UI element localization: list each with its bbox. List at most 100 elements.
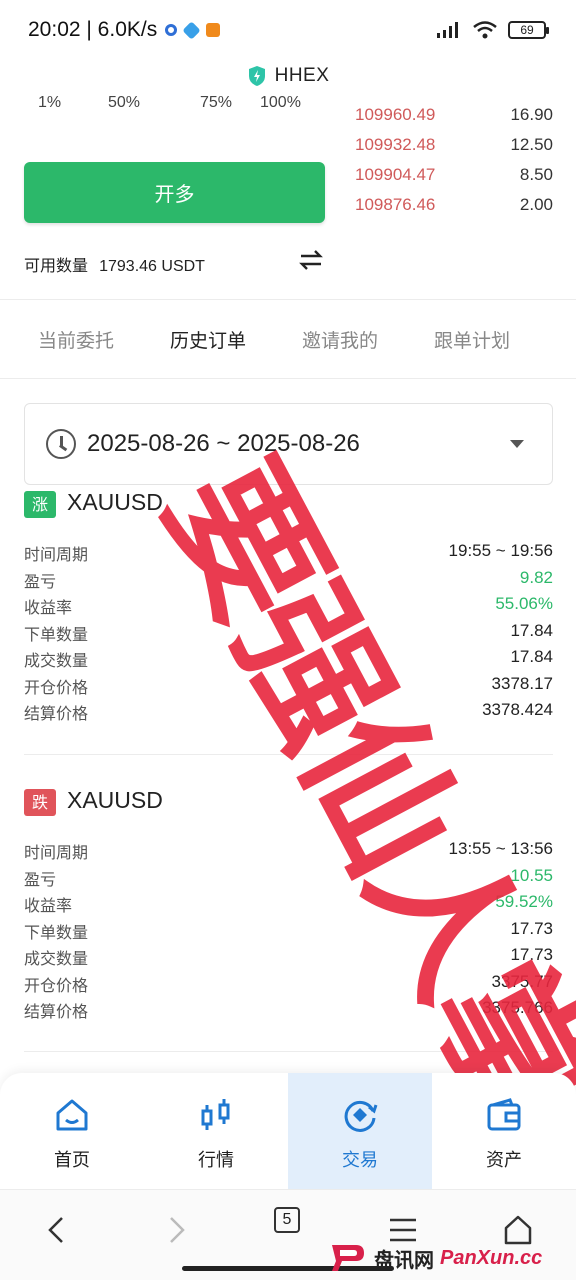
order-field: 开仓价格 3375.77 [24, 972, 553, 998]
field-value: 19:55 ~ 19:56 [448, 541, 553, 560]
order-price: 109932.48 [355, 135, 436, 154]
order-price: 109904.47 [355, 165, 436, 184]
divider [0, 378, 576, 379]
shield-icon [248, 66, 265, 86]
app-header: HHEX [0, 56, 576, 96]
percent-option[interactable]: 100% [260, 94, 301, 112]
status-time: 20:02 | 6.0K/s [28, 18, 158, 41]
order-field: 收益率 59.52% [24, 892, 553, 918]
app-notification-icon [182, 20, 201, 40]
available-balance: 可用数量 1793.46 USDT [24, 252, 205, 276]
battery-icon: 69 [508, 21, 549, 39]
field-value: 17.84 [510, 621, 553, 640]
app-notification-icon-2 [206, 23, 221, 37]
field-label: 时间周期 [24, 843, 89, 862]
field-value: 3375.766 [482, 998, 553, 1017]
app-screen: 20:02 | 6.0K/s 69 HHEX 1% 50% 75% 100% 1… [0, 0, 576, 1280]
order-field: 开仓价格 3378.17 [24, 674, 553, 700]
tab-history-orders[interactable]: 历史订单 [170, 326, 246, 353]
nav-home[interactable]: 首页 [0, 1073, 144, 1189]
nav-label: 资产 [486, 1150, 522, 1171]
bottom-nav: 首页 行情 交易 资产 [0, 1073, 576, 1189]
nav-label: 行情 [198, 1150, 234, 1171]
chevron-down-icon[interactable] [510, 440, 524, 448]
order-field: 成交数量 17.84 [24, 647, 553, 673]
field-label: 收益率 [24, 598, 73, 617]
back-icon[interactable] [38, 1210, 78, 1250]
order-symbol: XAUUSD [67, 787, 163, 813]
field-label: 结算价格 [24, 1002, 89, 1021]
divider [24, 1051, 553, 1052]
field-value: 9.82 [519, 568, 553, 587]
order-field: 结算价格 3378.424 [24, 700, 553, 726]
field-value: 13:55 ~ 13:56 [448, 839, 553, 858]
status-bar: 20:02 | 6.0K/s 69 [0, 0, 576, 60]
tab-copy-plan[interactable]: 跟单计划 [434, 326, 510, 353]
watermark-en: PanXun.cc [440, 1246, 543, 1269]
field-value: 55.06% [495, 594, 553, 613]
nav-trade[interactable]: 交易 [288, 1073, 432, 1189]
order-field: 收益率 55.06% [24, 594, 553, 620]
field-label: 下单数量 [24, 923, 89, 942]
order-qty: 12.50 [510, 135, 553, 154]
forward-icon[interactable] [155, 1210, 195, 1250]
order-field: 时间周期 19:55 ~ 19:56 [24, 541, 553, 567]
order-price: 109960.49 [355, 105, 436, 124]
date-range-picker[interactable]: 2025-08-26 ~ 2025-08-26 [24, 403, 553, 485]
field-label: 盈亏 [24, 870, 57, 889]
field-label: 成交数量 [24, 949, 89, 968]
order-card: 涨 XAUUSD 时间周期 19:55 ~ 19:56 盈亏 9.82 收益率 55.… [24, 489, 553, 731]
field-value: 17.73 [510, 919, 553, 938]
field-value: 3375.77 [491, 972, 553, 991]
percent-option[interactable]: 75% [200, 94, 232, 112]
field-value: 17.84 [510, 647, 553, 666]
watermark-cn: 盘讯网 [374, 1247, 434, 1272]
direction-badge: 跌 [24, 789, 56, 816]
tab-invited[interactable]: 邀请我的 [302, 326, 378, 353]
tab-count-button[interactable]: 5 [274, 1207, 300, 1233]
nav-market[interactable]: 行情 [144, 1073, 288, 1189]
field-label: 成交数量 [24, 651, 89, 670]
signal-icon [437, 22, 458, 38]
field-label: 时间周期 [24, 545, 89, 564]
field-value: 59.52% [495, 892, 553, 911]
available-label: 可用数量 [24, 256, 89, 275]
tab-current-orders[interactable]: 当前委托 [38, 326, 114, 353]
field-value: 17.73 [510, 945, 553, 964]
nav-label: 交易 [342, 1150, 378, 1171]
notification-icon [165, 24, 178, 36]
field-label: 开仓价格 [24, 976, 89, 995]
available-value: 1793.46 USDT [99, 258, 205, 275]
order-field: 时间周期 13:55 ~ 13:56 [24, 839, 553, 865]
watermark: 盘讯网 PanXun.cc [328, 1238, 542, 1278]
open-long-button[interactable]: 开多 [24, 162, 325, 223]
order-qty: 8.50 [519, 165, 553, 184]
wifi-icon [473, 21, 497, 39]
order-price: 109876.46 [355, 195, 436, 214]
trade-icon [344, 1100, 378, 1132]
order-field: 结算价格 3375.766 [24, 998, 553, 1024]
percent-option[interactable]: 50% [108, 94, 140, 112]
field-value: 3378.17 [491, 674, 553, 693]
app-title: HHEX [274, 65, 330, 86]
percent-option[interactable]: 1% [38, 94, 61, 112]
order-field: 下单数量 17.84 [24, 621, 553, 647]
swap-icon[interactable] [298, 248, 324, 272]
order-field: 成交数量 17.73 [24, 945, 553, 971]
watermark-logo [332, 1245, 364, 1271]
order-field: 下单数量 17.73 [24, 919, 553, 945]
nav-label: 首页 [54, 1150, 90, 1171]
field-label: 下单数量 [24, 625, 89, 644]
divider [24, 754, 553, 755]
field-value: 10.55 [510, 866, 553, 885]
order-qty: 2.00 [519, 195, 553, 214]
nav-assets[interactable]: 资产 [432, 1073, 576, 1189]
order-field: 盈亏 9.82 [24, 568, 553, 594]
field-label: 盈亏 [24, 572, 57, 591]
candlestick-icon [201, 1099, 230, 1130]
field-label: 收益率 [24, 896, 73, 915]
order-field: 盈亏 10.55 [24, 866, 553, 892]
field-label: 结算价格 [24, 704, 89, 723]
date-range: 2025-08-26 ~ 2025-08-26 [87, 430, 360, 457]
order-symbol: XAUUSD [67, 489, 163, 515]
